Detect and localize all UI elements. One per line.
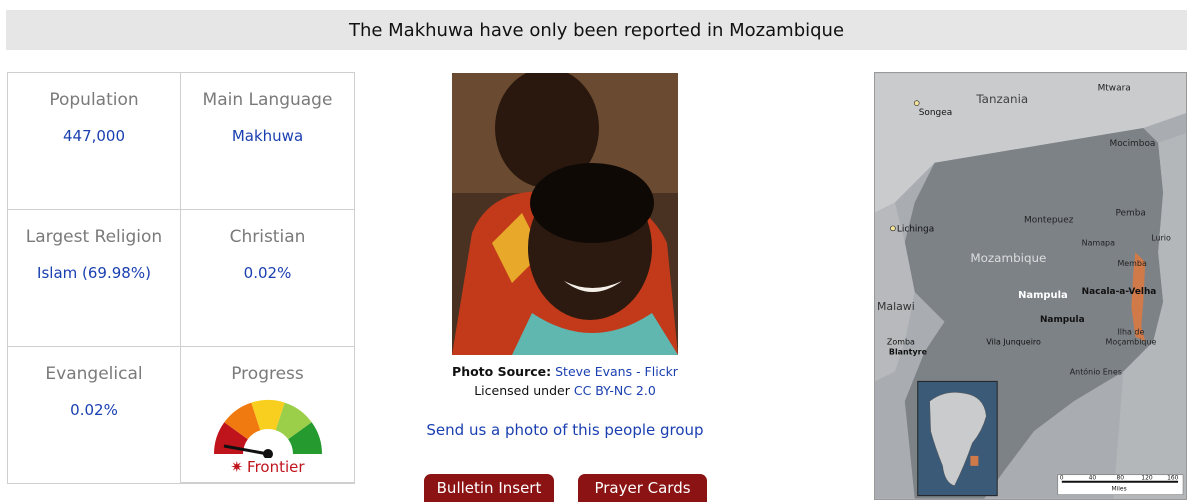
christian-value: 0.02% <box>243 264 292 282</box>
map-scale-120: 120 <box>1141 475 1153 482</box>
map-dot-songea <box>913 100 920 106</box>
people-group-photo <box>452 73 678 355</box>
religion-label: Largest Religion <box>25 227 163 247</box>
population-cell: Population 447,000 <box>8 73 181 210</box>
progress-status: ✷ Frontier <box>181 458 354 476</box>
map-label-tanzania: Tanzania <box>975 92 1028 106</box>
evangelical-cell: Evangelical 0.02% <box>8 347 181 483</box>
map-scale-unit: Miles <box>1111 486 1126 493</box>
map-label-pemba: Pemba <box>1115 208 1145 218</box>
language-label: Main Language <box>202 90 333 110</box>
map-dot-lichinga <box>890 225 896 232</box>
location-map[interactable]: Songea Tanzania Mtwara Mocimboa Pemba Li… <box>874 72 1187 500</box>
population-label: Population <box>49 90 139 110</box>
send-photo-link[interactable]: Send us a photo of this people group <box>410 421 720 439</box>
map-scale-80: 80 <box>1116 475 1124 482</box>
map-label-lichinga: Lichinga <box>897 224 934 234</box>
evangelical-value: 0.02% <box>70 401 118 419</box>
stats-grid: Population 447,000 Main Language Makhuwa… <box>7 72 355 484</box>
progress-status-text: Frontier <box>247 458 305 476</box>
map-label-namapa: Namapa <box>1082 238 1115 247</box>
christian-cell: Christian 0.02% <box>181 210 354 347</box>
map-label-mozambique: Mozambique <box>970 251 1046 265</box>
page-banner: The Makhuwa have only been reported in M… <box>6 10 1187 50</box>
map-scale-40: 40 <box>1089 475 1097 482</box>
bulletin-insert-button[interactable]: Bulletin Insert <box>424 474 554 502</box>
photo-credit: Photo Source: Steve Evans - Flickr Licen… <box>420 362 710 400</box>
photo-source-link[interactable]: Steve Evans - Flickr <box>555 364 678 379</box>
map-label-antonio: António Enes <box>1070 366 1122 376</box>
christian-label: Christian <box>229 227 306 247</box>
progress-cell: Progress ✷ Frontier <box>181 347 354 483</box>
photo-source-label: Photo Source: <box>452 364 552 379</box>
license-link[interactable]: CC BY-NC 2.0 <box>574 383 656 398</box>
gauge-hub <box>262 449 273 458</box>
map-label-ilha-2: Moçambique <box>1106 338 1157 347</box>
map-label-nacala: Nacala-a-Velha <box>1082 287 1157 297</box>
map-label-malawi: Malawi <box>877 300 915 313</box>
map-label-mtwara: Mtwara <box>1098 83 1131 93</box>
map-label-vila: Vila Junqueiro <box>986 338 1041 347</box>
religion-link[interactable]: Islam (69.98%) <box>8 264 180 282</box>
map-scale-0: 0 <box>1060 475 1064 482</box>
license-text: Licensed under <box>474 383 570 398</box>
banner-title: The Makhuwa have only been reported in M… <box>348 19 845 41</box>
progress-label: Progress <box>231 364 304 384</box>
map-inset-highlight <box>970 455 979 466</box>
religion-cell: Largest Religion Islam (69.98%) <box>8 210 181 347</box>
evangelical-label: Evangelical <box>45 364 143 384</box>
language-link[interactable]: Makhuwa <box>181 127 354 145</box>
map-label-zomba: Zomba <box>887 338 915 347</box>
map-label-lurio: Lurio <box>1151 233 1171 242</box>
map-label-nampula-region: Nampula <box>1018 290 1068 301</box>
population-value: 447,000 <box>62 127 126 145</box>
map-scale-160: 160 <box>1167 475 1179 482</box>
prayer-cards-button[interactable]: Prayer Cards <box>578 474 707 502</box>
frontier-star-icon: ✷ <box>230 458 244 476</box>
map-label-memba: Memba <box>1117 259 1147 268</box>
map-label-songea: Songea <box>919 108 952 118</box>
map-label-nampula-city: Nampula <box>1040 315 1085 325</box>
map-label-blantyre: Blantyre <box>889 348 927 357</box>
map-label-mocimboa: Mocimboa <box>1109 139 1155 149</box>
map-label-montepuez: Montepuez <box>1024 215 1074 225</box>
progress-gauge[interactable] <box>212 398 324 458</box>
map-label-ilha-1: Ilha de <box>1117 328 1144 337</box>
language-cell: Main Language Makhuwa <box>181 73 354 210</box>
